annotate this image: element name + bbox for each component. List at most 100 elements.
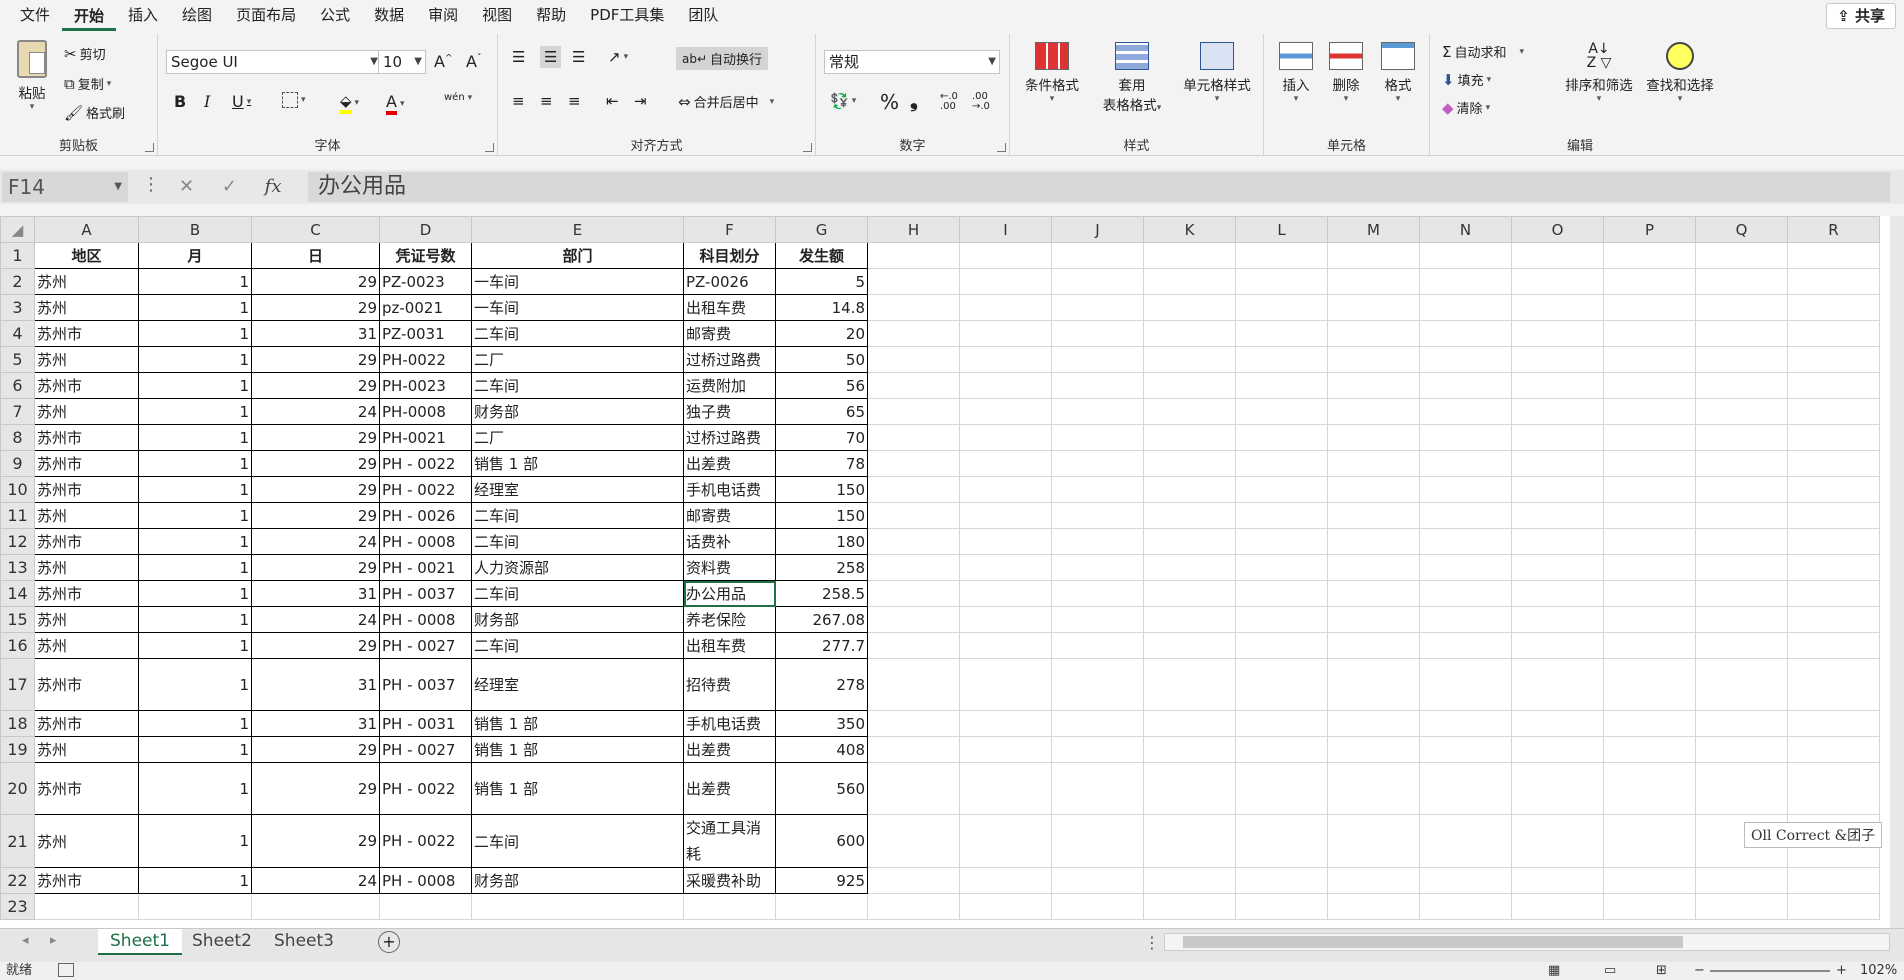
cell[interactable]: 地区	[34, 242, 139, 269]
cell[interactable]: 1	[138, 606, 252, 633]
cell[interactable]	[1787, 762, 1880, 815]
cell[interactable]	[1603, 606, 1696, 633]
cell[interactable]: 925	[775, 867, 868, 894]
cell[interactable]: 招待费	[683, 658, 776, 711]
cell[interactable]: 50	[775, 346, 868, 373]
cell[interactable]: 出差费	[683, 736, 776, 763]
cell[interactable]: 科目划分	[683, 242, 776, 269]
cell[interactable]	[471, 893, 684, 920]
cell[interactable]	[1419, 580, 1512, 607]
cell[interactable]	[959, 736, 1052, 763]
cell[interactable]	[867, 658, 960, 711]
cell[interactable]	[1327, 632, 1420, 659]
cell[interactable]	[1511, 424, 1604, 451]
cell[interactable]	[959, 606, 1052, 633]
cell[interactable]: 苏州市	[34, 658, 139, 711]
cell[interactable]	[1511, 710, 1604, 737]
row-header[interactable]: 3	[0, 294, 35, 321]
menu-6[interactable]: 数据	[362, 0, 416, 32]
cell[interactable]	[1787, 736, 1880, 763]
row-header[interactable]: 16	[0, 632, 35, 659]
cell[interactable]	[1603, 398, 1696, 425]
cell[interactable]: 二厂	[471, 346, 684, 373]
cell[interactable]	[959, 450, 1052, 477]
row-header[interactable]: 8	[0, 424, 35, 451]
cell[interactable]: 180	[775, 528, 868, 555]
cell[interactable]	[1051, 867, 1144, 894]
cell[interactable]	[1419, 450, 1512, 477]
cell[interactable]: 1	[138, 268, 252, 295]
cell[interactable]	[867, 893, 960, 920]
cell[interactable]: 29	[251, 762, 380, 815]
cell[interactable]: 苏州市	[34, 867, 139, 894]
cell[interactable]	[1235, 606, 1328, 633]
cell[interactable]	[1327, 502, 1420, 529]
cell[interactable]	[1419, 476, 1512, 503]
cell[interactable]	[1051, 242, 1144, 269]
font-size-select[interactable]: 10 ▼	[378, 50, 426, 74]
cell[interactable]	[1327, 580, 1420, 607]
cell[interactable]: 二车间	[471, 320, 684, 347]
cell[interactable]	[867, 736, 960, 763]
cell[interactable]	[1327, 867, 1420, 894]
cell[interactable]: 财务部	[471, 398, 684, 425]
cell[interactable]: PH - 0037	[379, 580, 472, 607]
cell[interactable]: 苏州市	[34, 372, 139, 399]
cell[interactable]: PH - 0022	[379, 762, 472, 815]
cell[interactable]: PH-0008	[379, 398, 472, 425]
cell[interactable]: 二车间	[471, 502, 684, 529]
format-cells-button[interactable]: 格式 ▾	[1374, 42, 1422, 104]
cell[interactable]	[1695, 606, 1788, 633]
cell[interactable]	[959, 294, 1052, 321]
cell[interactable]	[1143, 762, 1236, 815]
cell[interactable]	[1235, 528, 1328, 555]
cell[interactable]: 苏州	[34, 268, 139, 295]
cell[interactable]	[1787, 606, 1880, 633]
cell[interactable]	[1695, 372, 1788, 399]
cell[interactable]	[1511, 658, 1604, 711]
cell[interactable]	[1603, 736, 1696, 763]
share-button[interactable]: ⇪ 共享	[1826, 3, 1896, 29]
cell[interactable]: 一车间	[471, 294, 684, 321]
cell[interactable]	[959, 398, 1052, 425]
cell[interactable]: 560	[775, 762, 868, 815]
cell[interactable]	[1419, 606, 1512, 633]
add-sheet-icon[interactable]: +	[378, 931, 400, 953]
wrap-text-button[interactable]: ab↵ 自动换行	[676, 47, 769, 70]
cell[interactable]: 苏州	[34, 632, 139, 659]
cell[interactable]	[1327, 242, 1420, 269]
cell[interactable]	[867, 424, 960, 451]
cell[interactable]: 29	[251, 476, 380, 503]
cell[interactable]	[1051, 736, 1144, 763]
cell[interactable]	[1511, 294, 1604, 321]
cell[interactable]: 二车间	[471, 528, 684, 555]
cell[interactable]	[867, 320, 960, 347]
cell[interactable]: 20	[775, 320, 868, 347]
column-header[interactable]: M	[1327, 216, 1420, 243]
cell[interactable]	[959, 502, 1052, 529]
cell[interactable]	[1235, 893, 1328, 920]
cell[interactable]: PH - 0008	[379, 528, 472, 555]
row-header[interactable]: 15	[0, 606, 35, 633]
cell[interactable]	[1603, 893, 1696, 920]
cell[interactable]	[1419, 320, 1512, 347]
cell[interactable]	[867, 294, 960, 321]
cell[interactable]	[959, 424, 1052, 451]
cell[interactable]: PZ-0026	[683, 268, 776, 295]
cell[interactable]: PZ-0031	[379, 320, 472, 347]
cell[interactable]: 31	[251, 320, 380, 347]
cell[interactable]: 交通工具消耗	[683, 814, 776, 868]
cell[interactable]	[1511, 580, 1604, 607]
phonetic-button[interactable]: wén ▾	[444, 92, 472, 103]
find-select-button[interactable]: 查找和选择 ▾	[1640, 42, 1720, 104]
cell[interactable]	[1143, 632, 1236, 659]
cell[interactable]	[1051, 502, 1144, 529]
cell[interactable]	[1327, 450, 1420, 477]
cell[interactable]	[1603, 450, 1696, 477]
increase-indent-button[interactable]: ⇥	[634, 92, 647, 110]
cell[interactable]: PH - 0027	[379, 632, 472, 659]
cell[interactable]	[1787, 268, 1880, 295]
cell[interactable]	[959, 867, 1052, 894]
cell[interactable]	[1603, 294, 1696, 321]
row-header[interactable]: 9	[0, 450, 35, 477]
